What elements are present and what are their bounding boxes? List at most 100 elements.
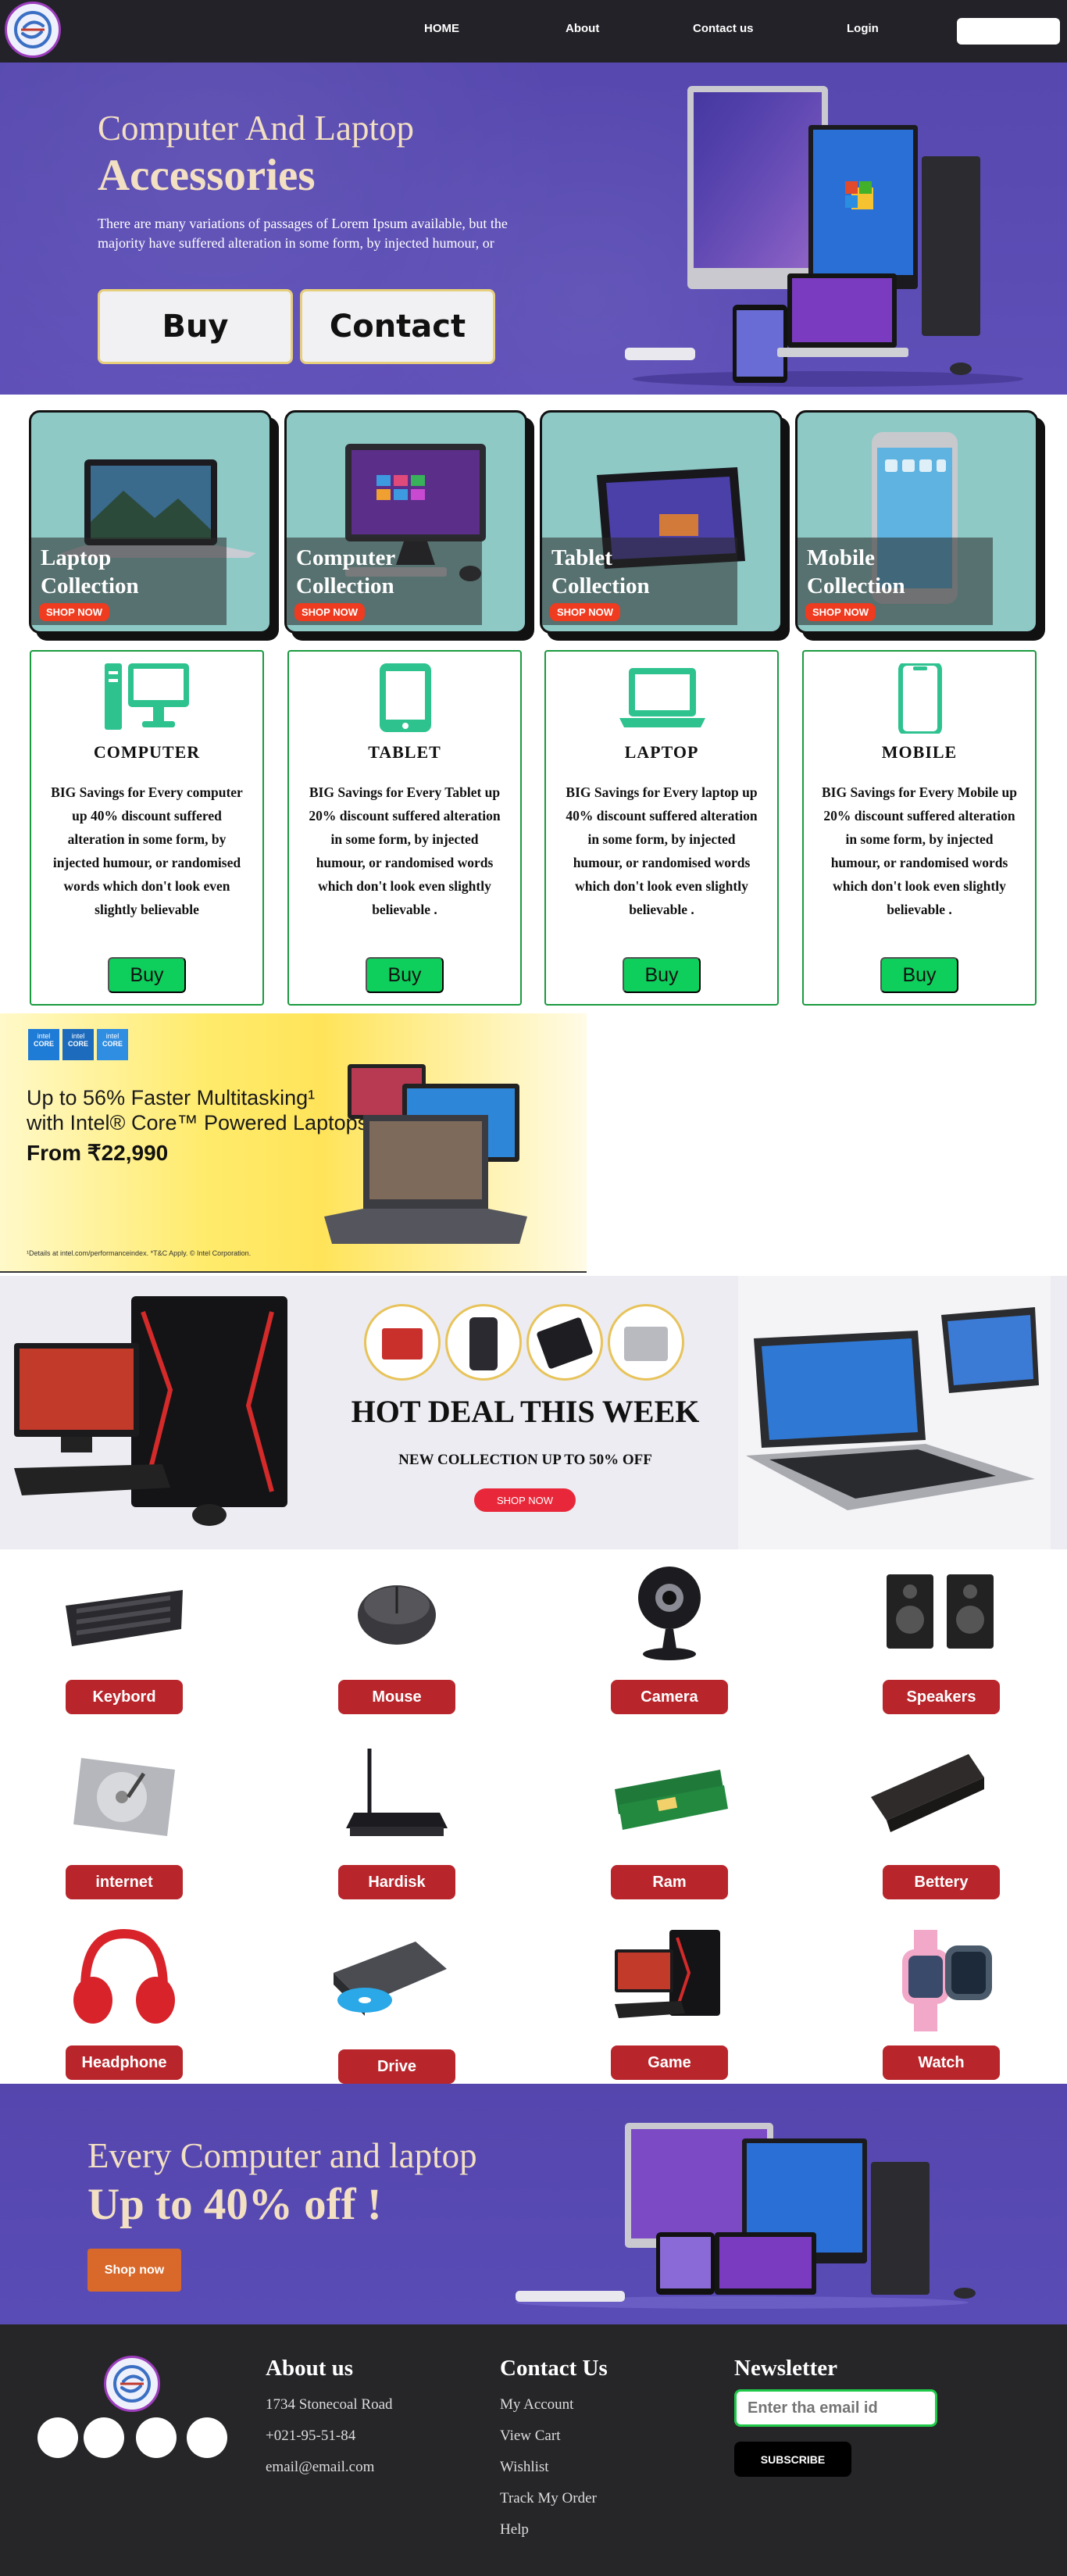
thumb-tablet-icon — [526, 1304, 603, 1381]
subscribe-button[interactable]: SUBSCRIBE — [734, 2442, 851, 2477]
hot-deal-title: HOT DEAL THIS WEEK — [351, 1394, 700, 1429]
category-description: BIG Savings for Every laptop up 40% disc… — [566, 784, 758, 917]
product-label-camera[interactable]: Camera — [611, 1680, 728, 1714]
category-description: BIG Savings for Every computer up 40% di… — [51, 784, 243, 917]
hot-deal-section: HOT DEAL THIS WEEK NEW COLLECTION UP TO … — [0, 1276, 1067, 1549]
product-label-mouse[interactable]: Mouse — [338, 1680, 455, 1714]
nav-search-input[interactable] — [957, 18, 1060, 45]
product-label-internet[interactable]: internet — [66, 1865, 183, 1899]
social-icon-3[interactable] — [136, 2417, 177, 2458]
collection-title: Mobile Collection — [807, 545, 905, 598]
discount-promo-banner: Every Computer and laptop Up to 40% off … — [0, 2084, 1067, 2324]
shop-now-button[interactable]: SHOP NOW — [39, 603, 109, 621]
intel-promo-banner[interactable]: intel CORE intel CORE intel CORE Up to 56% … — [0, 1013, 587, 1273]
category-name: MOBILE — [881, 742, 958, 762]
battery-icon — [871, 1754, 984, 1832]
hero-title-line1: Computer And Laptop — [98, 109, 414, 148]
intel-laptop-image-icon — [324, 1064, 527, 1244]
footer-address: 1734 Stonecoal Road — [266, 2396, 393, 2413]
nav-contact-link[interactable]: Contact us — [693, 22, 754, 35]
thumb-laptop-icon — [608, 1304, 684, 1381]
newsletter-email-input[interactable] — [734, 2389, 937, 2427]
mouse-icon — [358, 1585, 436, 1645]
desktop-computer-icon — [105, 663, 189, 730]
nav-about-link[interactable]: About — [566, 22, 599, 35]
promo-line1: Every Computer and laptop — [87, 2136, 477, 2175]
computer-collection-card[interactable]: Computer Collection SHOP NOW — [284, 410, 527, 634]
computer-category-card: COMPUTER BIG Savings for Every computer … — [30, 650, 264, 1006]
shop-now-button[interactable]: SHOP NOW — [550, 603, 620, 621]
product-label-keybord[interactable]: Keybord — [66, 1680, 183, 1714]
site-logo[interactable] — [5, 2, 61, 58]
social-icon-4[interactable] — [187, 2417, 227, 2458]
ram-icon — [615, 1770, 728, 1830]
nav-home-link[interactable]: HOME — [424, 22, 459, 35]
shop-now-button[interactable]: SHOP NOW — [805, 603, 876, 621]
promo-line2: Up to 40% off ! — [87, 2180, 382, 2229]
footer-contact-heading: Contact Us — [500, 2356, 608, 2381]
footer-link-view-cart[interactable]: View Cart — [500, 2428, 560, 2445]
laptops-image-icon — [746, 1307, 1039, 1510]
product-label-hardisk[interactable]: Hardisk — [338, 1865, 455, 1899]
buy-button[interactable]: Buy — [366, 957, 444, 993]
laptop-collection-card[interactable]: Laptop Collection SHOP NOW — [29, 410, 272, 634]
nav-login-link[interactable]: Login — [847, 22, 879, 35]
products-grid: Keybord Mouse Camera Speakers internet H… — [0, 1551, 1067, 2084]
gaming-setup-icon — [615, 1930, 720, 2018]
top-navbar: HOME About Contact us Login — [0, 0, 1067, 63]
shop-now-button[interactable]: SHOP NOW — [294, 603, 365, 621]
footer-link-wishlist[interactable]: Wishlist — [500, 2459, 549, 2476]
smartwatch-icon — [902, 1930, 992, 2031]
hero-contact-button[interactable]: Contact — [300, 289, 495, 364]
mobile-collection-card[interactable]: Mobile Collection SHOP NOW — [795, 410, 1038, 634]
hero-title-line2: Accessories — [98, 151, 316, 200]
hot-deal-shop-now-button[interactable]: SHOP NOW — [474, 1488, 576, 1512]
mobile-category-card: MOBILE BIG Savings for Every Mobile up 2… — [802, 650, 1037, 1006]
promo-devices-illustration-icon — [516, 2123, 976, 2309]
category-name: TABLET — [368, 742, 441, 762]
tablet-category-card: TABLET BIG Savings for Every Tablet up 2… — [287, 650, 522, 1006]
intel-price: From ₹22,990 — [27, 1141, 169, 1165]
tablet-collection-card[interactable]: Tablet Collection SHOP NOW — [540, 410, 783, 634]
social-icon-1[interactable] — [37, 2417, 78, 2458]
hard-drive-icon — [73, 1758, 175, 1836]
keyboard-icon — [66, 1590, 183, 1646]
router-icon — [346, 1749, 448, 1836]
footer-logo[interactable] — [104, 2356, 160, 2412]
laptop-icon — [619, 668, 705, 727]
footer-about-heading: About us — [266, 2356, 354, 2381]
footer-link-my-account[interactable]: My Account — [500, 2396, 573, 2413]
buy-button[interactable]: Buy — [108, 957, 186, 993]
hot-deal-thumbnails — [364, 1304, 715, 1382]
category-name: LAPTOP — [624, 742, 699, 762]
buy-button[interactable]: Buy — [880, 957, 958, 993]
footer-link-track-order[interactable]: Track My Order — [500, 2490, 597, 2507]
logo-emblem-icon — [113, 2365, 151, 2403]
footer-phone: +021-95-51-84 — [266, 2428, 356, 2444]
product-label-ram[interactable]: Ram — [611, 1865, 728, 1899]
gaming-pc-image-icon — [14, 1296, 287, 1526]
collection-title: Tablet Collection — [551, 545, 650, 598]
webcam-icon — [638, 1567, 701, 1660]
logo-emblem-icon — [14, 11, 52, 48]
product-label-bettery[interactable]: Bettery — [883, 1865, 1000, 1899]
speakers-icon — [887, 1574, 994, 1649]
buy-button[interactable]: Buy — [623, 957, 701, 993]
product-label-game[interactable]: Game — [611, 2045, 728, 2080]
social-icon-2[interactable] — [84, 2417, 124, 2458]
footer-link-help[interactable]: Help — [500, 2521, 529, 2538]
hero-buy-button[interactable]: Buy — [98, 289, 293, 364]
intel-core-badges: intel CORE intel CORE intel CORE — [28, 1029, 128, 1062]
tablet-icon — [380, 663, 431, 732]
product-label-speakers[interactable]: Speakers — [883, 1680, 1000, 1714]
footer-newsletter-heading: Newsletter — [734, 2356, 838, 2381]
laptop-category-card: LAPTOP BIG Savings for Every laptop up 4… — [544, 650, 779, 1006]
mobile-phone-icon — [898, 663, 942, 734]
product-label-watch[interactable]: Watch — [883, 2045, 1000, 2080]
product-label-drive[interactable]: Drive — [338, 2049, 455, 2084]
collection-title: Laptop Collection — [41, 545, 139, 598]
product-label-headphone[interactable]: Headphone — [66, 2045, 183, 2080]
promo-shop-now-button[interactable]: Shop now — [87, 2249, 181, 2292]
hero-devices-illustration-icon — [625, 86, 1023, 387]
hot-deal-subtitle: NEW COLLECTION UP TO 50% OFF — [398, 1452, 652, 1468]
